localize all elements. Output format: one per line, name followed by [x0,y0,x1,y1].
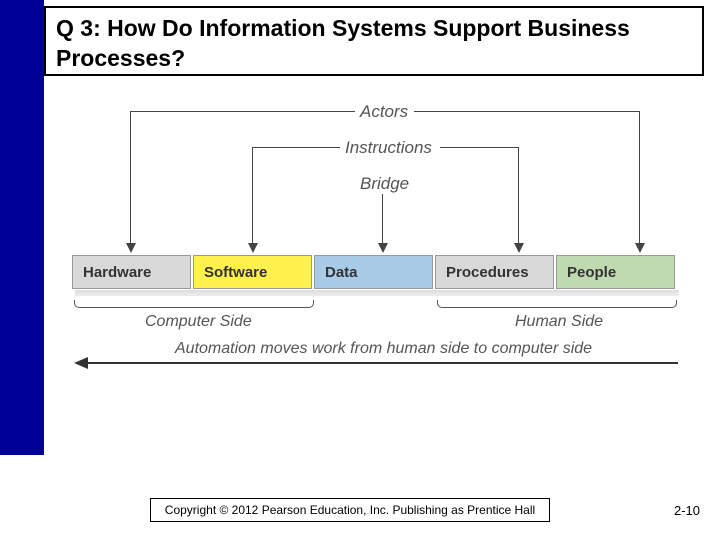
instr-bracket-right [440,147,518,148]
label-bridge: Bridge [360,174,409,194]
instr-drop-right [518,147,519,243]
arrow-down-icon [635,243,645,253]
actors-drop-right [639,111,640,243]
component-people: People [556,255,675,289]
component-label: Procedures [446,264,529,281]
arrow-down-icon [126,243,136,253]
automation-caption: Automation moves work from human side to… [175,340,592,358]
label-actors: Actors [360,102,408,122]
arrow-down-icon [514,243,524,253]
page-title: Q 3: How Do Information Systems Support … [56,14,692,74]
label-human-side: Human Side [515,313,603,331]
component-label: Hardware [83,264,151,281]
actors-bracket-right [414,111,639,112]
title-box: Q 3: How Do Information Systems Support … [44,6,704,76]
arrow-left-icon [74,357,88,369]
brace-human-side [437,300,677,308]
component-procedures: Procedures [435,255,554,289]
label-instructions: Instructions [345,138,432,158]
components-row: Hardware Software Data Procedures People [72,255,675,289]
component-data: Data [314,255,433,289]
page-number: 2-10 [674,503,700,518]
automation-arrow-line [88,362,678,364]
copyright-text: Copyright © 2012 Pearson Education, Inc.… [165,503,535,517]
diagram: Actors Instructions Bridge Hardware Soft… [60,100,690,420]
bridge-drop [382,194,383,243]
component-hardware: Hardware [72,255,191,289]
copyright-box: Copyright © 2012 Pearson Education, Inc.… [150,498,550,522]
brace-computer-side [74,300,314,308]
instr-drop-left [252,147,253,243]
arrow-down-icon [248,243,258,253]
actors-bracket-left [130,111,355,112]
accent-bar [0,0,44,455]
actors-drop-left [130,111,131,243]
component-software: Software [193,255,312,289]
row-shadow [75,290,679,296]
instr-bracket-left [252,147,340,148]
component-label: Software [204,264,267,281]
label-computer-side: Computer Side [145,313,252,331]
arrow-down-icon [378,243,388,253]
component-label: Data [325,264,358,281]
component-label: People [567,264,616,281]
